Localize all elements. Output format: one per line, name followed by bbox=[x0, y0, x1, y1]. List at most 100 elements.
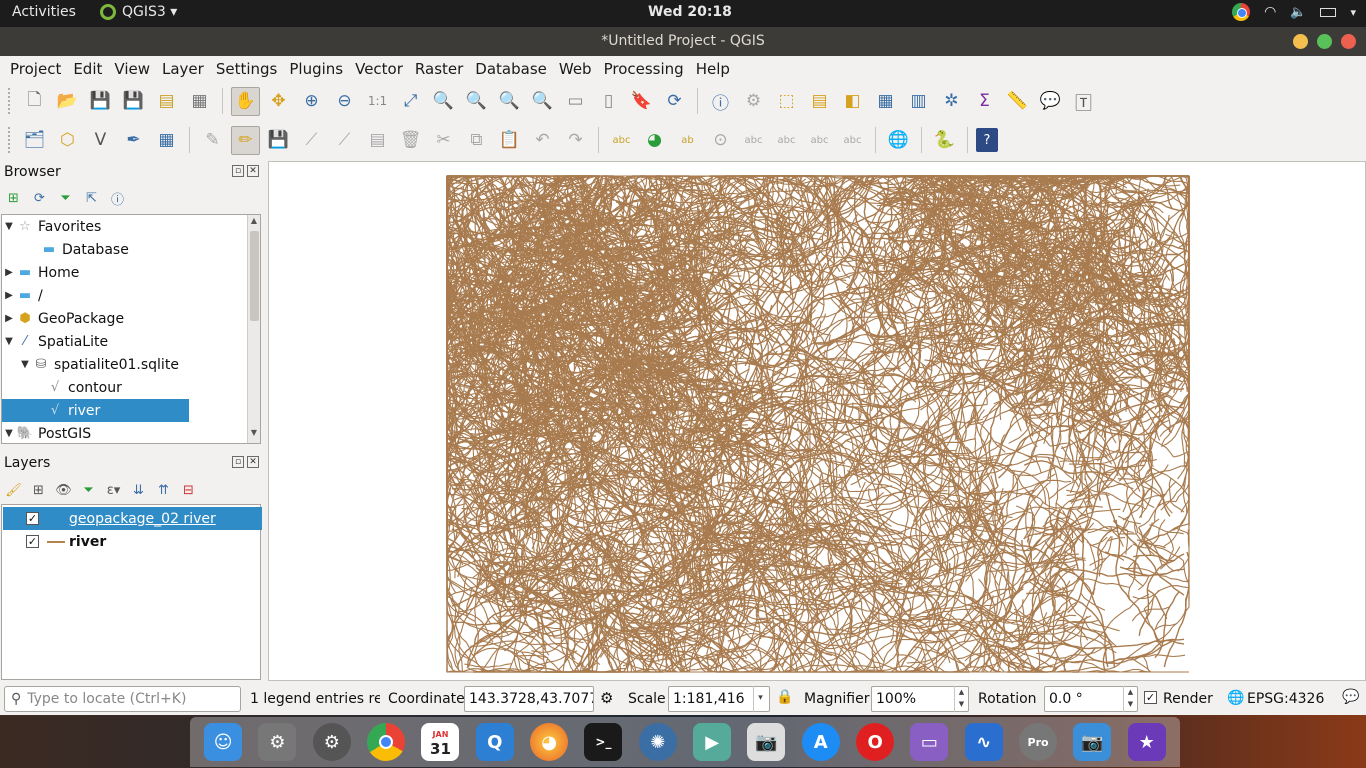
menu-database[interactable]: Database bbox=[469, 60, 553, 78]
float-panel-icon[interactable]: ▫ bbox=[232, 456, 244, 468]
measure-icon[interactable]: 📏 bbox=[1003, 87, 1032, 116]
refresh-browser-icon[interactable]: ⟳ bbox=[30, 189, 49, 208]
menu-help[interactable]: Help bbox=[690, 60, 736, 78]
style-panel-icon[interactable]: 🖌 bbox=[4, 481, 23, 500]
tree-item-home[interactable]: ▶ ▬ Home bbox=[2, 261, 248, 284]
system-tray[interactable]: ◠ 🔈 ▾ bbox=[1232, 3, 1356, 21]
refresh-icon[interactable]: ⟳ bbox=[660, 87, 689, 116]
expand-arrow[interactable]: ▼ bbox=[18, 359, 32, 370]
data-source-manager-icon[interactable]: 🗂 bbox=[20, 126, 49, 155]
toolbox-icon[interactable]: ✲ bbox=[937, 87, 966, 116]
scroll-down-icon[interactable]: ▼ bbox=[248, 428, 260, 442]
sum-icon[interactable]: Σ bbox=[970, 87, 999, 116]
layer-visibility-checkbox[interactable]: ✓ bbox=[26, 512, 39, 525]
menu-settings[interactable]: Settings bbox=[210, 60, 284, 78]
filter-legend-icon[interactable]: ⏷ bbox=[79, 481, 98, 500]
tree-item-spatialite-db[interactable]: ▼ ⛁ spatialite01.sqlite bbox=[2, 353, 248, 376]
add-selected-layers-icon[interactable]: ⊞ bbox=[4, 189, 23, 208]
menu-web[interactable]: Web bbox=[553, 60, 598, 78]
close-button[interactable] bbox=[1341, 34, 1356, 49]
close-panel-icon[interactable]: ✕ bbox=[247, 165, 259, 177]
menu-processing[interactable]: Processing bbox=[598, 60, 690, 78]
zoom-to-selection-icon[interactable]: 🔍 bbox=[429, 87, 458, 116]
browser-tree[interactable]: ▼ ☆ Favorites ▬ Database ▶ ▬ Home ▶ ▬ / … bbox=[1, 214, 261, 444]
minimize-button[interactable] bbox=[1293, 34, 1308, 49]
map-canvas[interactable] bbox=[268, 161, 1366, 681]
cut-features-icon[interactable]: ✂ bbox=[429, 126, 458, 155]
wifi-icon[interactable]: ◠ bbox=[1264, 4, 1276, 20]
filter-browser-icon[interactable]: ⏷ bbox=[56, 189, 75, 208]
menu-edit[interactable]: Edit bbox=[67, 60, 108, 78]
new-map-view-icon[interactable]: ▭ bbox=[561, 87, 590, 116]
text-annotation-icon[interactable]: 🅃 bbox=[1069, 87, 1098, 116]
filter-expression-icon[interactable]: ε▾ bbox=[104, 481, 123, 500]
manage-themes-icon[interactable]: 👁 bbox=[54, 481, 73, 500]
globe-plugin-icon[interactable]: 🌐 bbox=[884, 126, 913, 155]
new-shapefile-layer-icon[interactable]: V bbox=[86, 126, 115, 155]
expand-arrow[interactable]: ▶ bbox=[2, 290, 16, 301]
save-edits-icon[interactable]: 💾 bbox=[264, 126, 293, 155]
show-hide-labels-icon[interactable]: abc bbox=[739, 126, 768, 155]
tree-item-geopackage[interactable]: ▶ ⬢ GeoPackage bbox=[2, 307, 248, 330]
move-label-icon[interactable]: abc bbox=[772, 126, 801, 155]
layer-visibility-checkbox[interactable]: ✓ bbox=[26, 535, 39, 548]
layer-labeling-icon[interactable]: abc bbox=[607, 126, 636, 155]
tree-item-root[interactable]: ▶ ▬ / bbox=[2, 284, 248, 307]
toolbar-grip[interactable] bbox=[8, 88, 12, 114]
battery-icon[interactable] bbox=[1320, 7, 1337, 17]
collapse-all-icon[interactable]: ⇱ bbox=[82, 189, 101, 208]
redo-icon[interactable]: ↷ bbox=[561, 126, 590, 155]
highlight-labels-icon[interactable]: ⊙ bbox=[706, 126, 735, 155]
zoom-native-icon[interactable]: 1:1 bbox=[363, 87, 392, 116]
new-spatialite-layer-icon[interactable]: ✒ bbox=[119, 126, 148, 155]
properties-icon[interactable]: ⓘ bbox=[108, 189, 127, 208]
new-geopackage-layer-icon[interactable]: ⬡ bbox=[53, 126, 82, 155]
statistics-icon[interactable]: ▥ bbox=[904, 87, 933, 116]
new-temporary-layer-icon[interactable]: ▦ bbox=[152, 126, 181, 155]
chrome-tray-icon[interactable] bbox=[1232, 3, 1251, 21]
menu-view[interactable]: View bbox=[108, 60, 156, 78]
menu-vector[interactable]: Vector bbox=[349, 60, 409, 78]
layer-item-river[interactable]: ✓ river bbox=[3, 530, 262, 553]
undo-icon[interactable]: ↶ bbox=[528, 126, 557, 155]
expand-arrow[interactable]: ▼ bbox=[2, 428, 16, 439]
toolbar-grip-2[interactable] bbox=[8, 127, 12, 153]
modify-attributes-icon[interactable]: ▤ bbox=[363, 126, 392, 155]
expand-arrow[interactable]: ▼ bbox=[2, 336, 16, 347]
layout-manager-icon[interactable]: ▦ bbox=[185, 87, 214, 116]
clock[interactable]: Wed 20:18 bbox=[648, 4, 732, 20]
paste-features-icon[interactable]: 📋 bbox=[495, 126, 524, 155]
pan-to-selection-icon[interactable]: ✥ bbox=[264, 87, 293, 116]
attribute-table-icon[interactable]: ▦ bbox=[871, 87, 900, 116]
pin-labels-icon[interactable]: ab bbox=[673, 126, 702, 155]
action-icon[interactable]: ⚙ bbox=[739, 87, 768, 116]
save-project-icon[interactable]: 💾 bbox=[86, 87, 115, 116]
tree-item-river[interactable]: √ river bbox=[2, 399, 189, 422]
expand-arrow[interactable]: ▶ bbox=[2, 313, 16, 324]
show-bookmarks-icon[interactable]: 🔖 bbox=[627, 87, 656, 116]
tree-item-favorites[interactable]: ▼ ☆ Favorites bbox=[2, 215, 248, 238]
float-panel-icon[interactable]: ▫ bbox=[232, 165, 244, 177]
zoom-to-layer-icon[interactable]: 🔍 bbox=[462, 87, 491, 116]
help-icon[interactable]: ? bbox=[976, 128, 998, 152]
open-project-icon[interactable]: 📂 bbox=[53, 87, 82, 116]
pan-icon[interactable]: ✋ bbox=[231, 86, 260, 116]
expand-arrow[interactable]: ▶ bbox=[2, 267, 16, 278]
layer-diagram-icon[interactable]: ◕ bbox=[640, 126, 669, 155]
activities-button[interactable]: Activities bbox=[12, 4, 76, 20]
tree-item-database[interactable]: ▬ Database bbox=[2, 238, 248, 261]
layers-list[interactable]: ✓ geopackage_02 river ✓ river bbox=[1, 504, 262, 680]
expand-all-icon[interactable]: ⇊ bbox=[129, 481, 148, 500]
current-edits-icon[interactable]: ✎ bbox=[198, 126, 227, 155]
new-print-layout-icon[interactable]: ▤ bbox=[152, 87, 181, 116]
browser-scrollbar[interactable]: ▲ ▼ bbox=[247, 215, 260, 443]
new-project-icon[interactable]: 🗋 bbox=[20, 87, 49, 116]
menu-layer[interactable]: Layer bbox=[156, 60, 210, 78]
deselect-icon[interactable]: ◧ bbox=[838, 87, 867, 116]
scrollbar-thumb[interactable] bbox=[250, 231, 259, 321]
map-tips-icon[interactable]: 💬 bbox=[1036, 87, 1065, 116]
close-panel-icon[interactable]: ✕ bbox=[247, 456, 259, 468]
app-menu[interactable]: QGIS3 ▾ bbox=[100, 4, 177, 20]
toggle-editing-icon[interactable]: ✏ bbox=[231, 125, 260, 155]
rotate-label-icon[interactable]: abc bbox=[805, 126, 834, 155]
